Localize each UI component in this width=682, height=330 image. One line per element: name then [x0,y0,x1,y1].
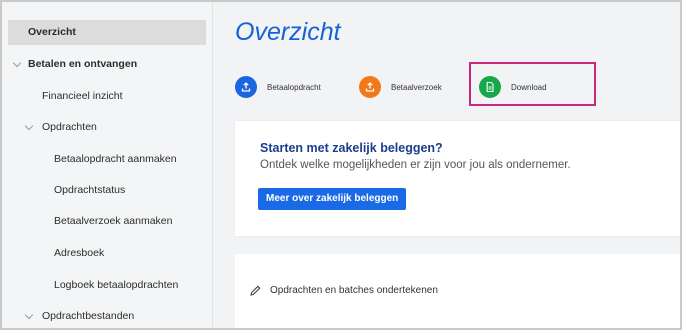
sidebar-item-financieel-inzicht[interactable]: Financieel inzicht [42,90,123,102]
promo-title: Starten met zakelijk beleggen? [260,141,443,155]
promo-text: Ontdek welke mogelijkheden er zijn voor … [260,159,571,171]
upload-icon [235,76,257,98]
main-content: Overzicht Betaalopdracht Betaalverzoek D… [213,2,680,328]
betaalverzoek-button[interactable]: Betaalverzoek [359,74,442,100]
meer-over-zakelijk-beleggen-button[interactable]: Meer over zakelijk beleggen [258,188,407,210]
betaalopdracht-label: Betaalopdracht [267,82,321,92]
sidebar-item-betaalverzoek-aanmaken[interactable]: Betaalverzoek aanmaken [54,215,173,227]
sidebar-item-label: Overzicht [28,26,76,38]
sidebar-item-betaalopdracht-aanmaken[interactable]: Betaalopdracht aanmaken [54,153,177,165]
sidebar-item-label: Opdrachtbestanden [42,310,135,322]
sidebar-item-label: Financieel inzicht [42,90,123,102]
sidebar-item-logboek-betaalopdrachten[interactable]: Logboek betaalopdrachten [54,279,178,291]
chevron-down-icon[interactable] [24,310,34,320]
sidebar-item-opdrachtbestanden[interactable]: Opdrachtbestanden [42,310,134,322]
sign-card: Opdrachten en batches ondertekenen [235,254,680,328]
app-window: Overzicht Betalen en ontvangen Financiee… [0,0,682,330]
sidebar-item-label: Opdrachtstatus [54,184,126,196]
promo-card: Starten met zakelijk beleggen? Ontdek we… [235,121,680,236]
sidebar-item-overzicht[interactable]: Overzicht [8,20,206,45]
betaalverzoek-label: Betaalverzoek [391,82,442,92]
sidebar-item-label: Betaalverzoek aanmaken [54,215,173,227]
highlight-box [469,62,596,106]
sidebar-item-adresboek[interactable]: Adresboek [54,247,104,259]
sidebar-item-label: Adresboek [54,247,105,259]
sidebar-item-label: Betalen en ontvangen [28,58,138,70]
chevron-down-icon[interactable] [12,58,22,68]
upload-icon [359,76,381,98]
sign-label: Opdrachten en batches ondertekenen [270,285,438,296]
sidebar-item-betalen-en-ontvangen[interactable]: Betalen en ontvangen [28,58,137,70]
sidebar-item-label: Betaalopdracht aanmaken [54,153,177,165]
page-title: Overzicht [235,18,341,46]
chevron-down-icon[interactable] [24,121,34,131]
sidebar-item-opdrachtstatus[interactable]: Opdrachtstatus [54,184,125,196]
betaalopdracht-button[interactable]: Betaalopdracht [235,74,321,100]
sidebar-item-label: Opdrachten [42,121,97,133]
sidebar: Overzicht Betalen en ontvangen Financiee… [2,2,213,328]
sidebar-item-label: Logboek betaalopdrachten [54,279,179,291]
opdrachten-ondertekenen-link[interactable]: Opdrachten en batches ondertekenen [249,284,438,297]
pencil-icon [249,284,262,297]
sidebar-item-opdrachten[interactable]: Opdrachten [42,121,97,133]
